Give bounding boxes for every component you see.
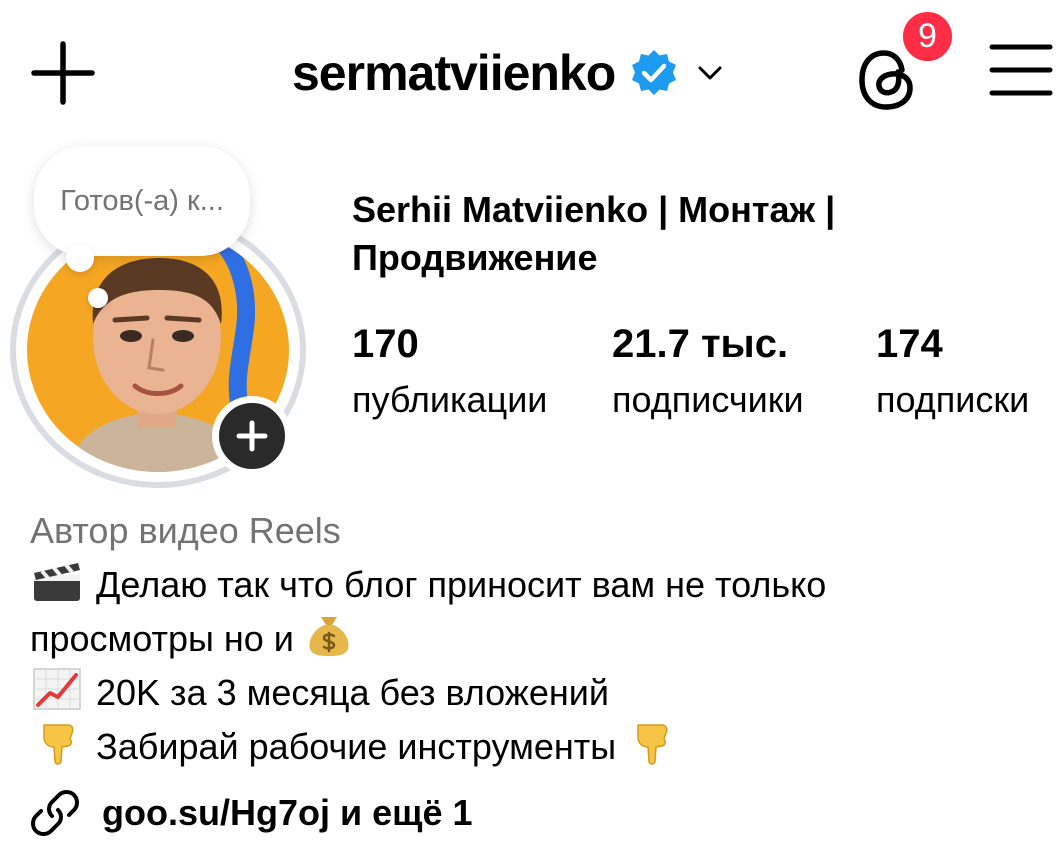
stat-following-count: 174 [876, 322, 943, 366]
stat-following-label: подписки [876, 379, 1030, 420]
stat-followers-count: 21.7 тыс. [612, 322, 789, 366]
add-story-button[interactable] [212, 396, 292, 476]
clapper-board-icon [34, 563, 80, 601]
note-bubble-tail [66, 244, 94, 272]
note-bubble-tail-small [88, 288, 108, 308]
profile-full-name: Serhii Matviienko | Монтаж | Продвижение [352, 189, 836, 278]
account-switcher[interactable]: sermatviienko [292, 38, 723, 108]
bio-link-text: goo.su/Hg7oj и ещё 1 [102, 792, 473, 833]
bio-line-3: 20K за 3 месяца без вложений [30, 666, 1040, 720]
stat-followers-label: подписчики [612, 379, 804, 420]
username: sermatviienko [292, 45, 616, 101]
pointing-down-icon [637, 724, 668, 765]
note-bubble[interactable]: Готов(-а) к... [34, 146, 250, 256]
stat-followers[interactable]: 21.7 тыс. подписчики [612, 318, 804, 424]
pointing-down-icon [43, 724, 74, 765]
stat-following[interactable]: 174 подписки [876, 318, 1029, 424]
bio-text-1: Делаю так что блог приносит вам не тольк… [96, 564, 827, 605]
stat-posts-label: публикации [352, 379, 548, 420]
stat-posts-count: 170 [352, 322, 419, 366]
verified-badge-icon [632, 50, 677, 95]
bio: Автор видео Reels Делаю так что блог при… [30, 504, 1040, 774]
stat-posts[interactable]: 170 публикации [352, 318, 547, 424]
notification-count-badge: 9 [900, 9, 955, 64]
bio-line-2: просмотры но и [30, 612, 1040, 666]
chart-increasing-icon [33, 668, 81, 710]
bio-link[interactable]: goo.su/Hg7oj и ещё 1 [30, 786, 473, 840]
bio-text-4: Забирай рабочие инструменты [96, 726, 617, 767]
menu-button[interactable] [988, 42, 1054, 98]
plus-icon [31, 41, 95, 105]
bio-line-4: Забирай рабочие инструменты [30, 720, 1040, 774]
link-icon [31, 790, 79, 836]
profile-category: Автор видео Reels [30, 510, 341, 551]
menu-icon [989, 44, 1053, 96]
money-bag-icon [309, 617, 349, 656]
plus-icon [236, 420, 268, 452]
bio-text-3: 20K за 3 месяца без вложений [96, 672, 609, 713]
bio-line-1: Делаю так что блог приносит вам не тольк… [30, 558, 1040, 612]
chevron-down-icon [698, 66, 722, 80]
note-text: Готов(-а) к... [60, 185, 224, 217]
bio-text-2: просмотры но и [30, 618, 294, 659]
create-post-button[interactable] [30, 40, 96, 106]
profile-page: sermatviienko 9 Готов(-а) к... Serhii Ma… [0, 0, 1062, 848]
